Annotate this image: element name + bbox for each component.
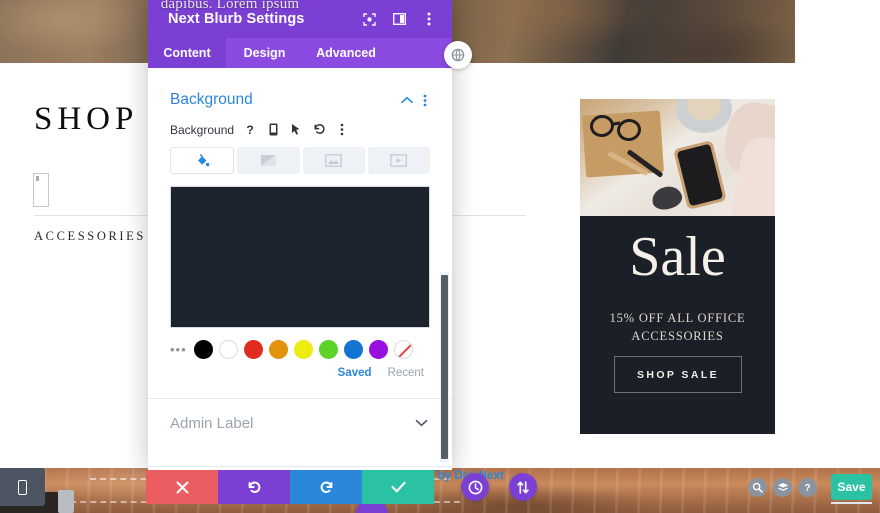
responsive-mobile-icon[interactable] (266, 122, 280, 137)
svg-text:?: ? (804, 483, 810, 493)
background-color-tab[interactable] (170, 147, 235, 174)
save-button[interactable]: Save (831, 474, 872, 500)
sale-promo-card[interactable]: Sale 15% OFF ALL OFFICE ACCESSORIES SHOP… (580, 99, 775, 434)
section-options-dots-icon[interactable] (416, 94, 434, 107)
swatch-yellow[interactable] (294, 340, 313, 359)
history-clock-button[interactable] (461, 473, 489, 501)
category-label: ACCESSORIES (34, 229, 146, 243)
recent-palette-tab[interactable]: Recent (388, 367, 424, 379)
swatch-white[interactable] (219, 340, 238, 359)
mobile-view-tab[interactable] (0, 468, 45, 506)
modal-body: Background Background ? ••• Saved Recent… (148, 68, 452, 470)
modal-action-toolbar (146, 470, 434, 504)
mobile-phone-icon (18, 479, 27, 495)
modal-tab-bar: Content Design Advanced (148, 38, 452, 68)
swatch-blue[interactable] (344, 340, 363, 359)
svg-text:?: ? (246, 123, 253, 136)
background-image-tab[interactable] (302, 147, 365, 174)
swatch-purple[interactable] (369, 340, 388, 359)
swatch-orange[interactable] (269, 340, 288, 359)
divider (148, 466, 452, 467)
selected-color-preview[interactable] (170, 186, 430, 328)
modal-scrollbar-thumb[interactable] (441, 275, 448, 459)
tab-content[interactable]: Content (148, 38, 226, 68)
sale-headline: Sale (629, 226, 726, 288)
cancel-button[interactable] (146, 470, 218, 504)
module-settings-float-button[interactable] (444, 41, 472, 69)
hero-paragraph-text: dapibus. Lorem ipsum (160, 0, 300, 12)
zoom-search-button[interactable] (748, 478, 767, 497)
swatch-none[interactable] (394, 340, 413, 359)
swatch-red[interactable] (244, 340, 263, 359)
modal-title: Next Blurb Settings (168, 11, 305, 27)
chevron-down-icon[interactable] (412, 419, 430, 427)
more-swatches-icon[interactable]: ••• (170, 342, 188, 357)
move-reorder-button[interactable] (509, 473, 537, 501)
desk-photo (580, 99, 775, 216)
help-icon[interactable]: ? (243, 122, 257, 137)
background-video-tab[interactable] (367, 147, 430, 174)
section-title-admin-label: Admin Label (170, 414, 254, 432)
screen-root: dapibus. Lorem ipsum SHOP ACCESSORIES Sa… (0, 0, 880, 513)
swatch-black[interactable] (194, 340, 213, 359)
background-gradient-tab[interactable] (237, 147, 300, 174)
sale-subtext: 15% OFF ALL OFFICE ACCESSORIES (609, 311, 746, 344)
layers-button[interactable] (773, 478, 792, 497)
saved-palette-tab[interactable]: Saved (338, 367, 372, 379)
save-check-button[interactable] (362, 470, 434, 504)
admin-label-section-header[interactable]: Admin Label (148, 399, 452, 447)
module-settings-modal: Next Blurb Settings Content Design Advan… (148, 0, 452, 470)
page-title: SHOP (34, 101, 139, 137)
help-button[interactable]: ? (798, 478, 817, 497)
section-title-background: Background (170, 91, 253, 108)
bottom-right-controls: ? (748, 478, 817, 497)
redo-button[interactable] (290, 470, 362, 504)
shop-color-swatch (33, 173, 49, 207)
background-field-label: Background (170, 122, 235, 137)
background-section-header[interactable]: Background (148, 68, 452, 114)
background-type-tabs (148, 137, 452, 174)
color-swatch-row: ••• (148, 328, 452, 359)
palette-tabs: Saved Recent (148, 359, 452, 379)
reset-undo-icon[interactable] (312, 122, 326, 137)
tab-design[interactable]: Design (226, 38, 303, 68)
tab-advanced[interactable]: Advanced (303, 38, 389, 68)
undo-button[interactable] (218, 470, 290, 504)
save-button-underline (831, 502, 872, 504)
hover-cursor-icon[interactable] (289, 122, 303, 137)
shop-sale-button[interactable]: SHOP SALE (614, 356, 742, 393)
swatch-green[interactable] (319, 340, 338, 359)
more-options-icon[interactable] (335, 122, 349, 137)
chevron-up-icon[interactable] (398, 96, 416, 104)
background-field-row: Background ? (148, 114, 452, 137)
